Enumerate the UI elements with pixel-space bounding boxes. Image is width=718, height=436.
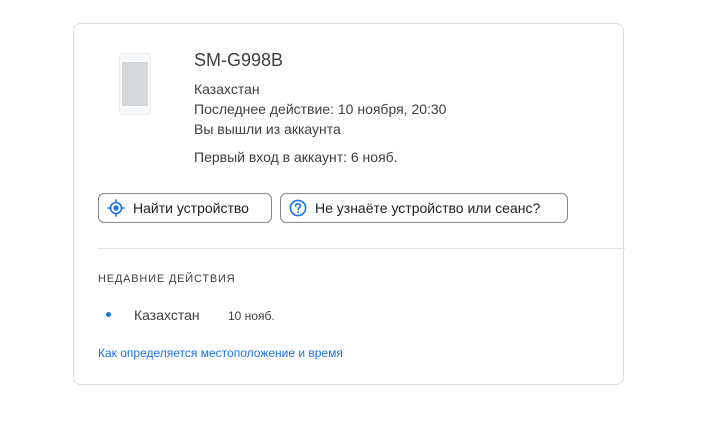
activity-location: Казахстан xyxy=(134,307,200,323)
device-name: SM-G998B xyxy=(194,50,284,70)
divider xyxy=(98,248,625,249)
session-status: Вы вышли из аккаунта xyxy=(194,121,341,137)
find-device-button[interactable]: Найти устройство xyxy=(98,193,272,223)
unrecognized-device-button[interactable]: Не узнаёте устройство или сеанс? xyxy=(280,193,568,223)
device-location: Казахстан xyxy=(194,81,260,97)
device-card: SM-G998B Казахстан Последнее действие: 1… xyxy=(73,23,625,385)
first-sign-in: Первый вход в аккаунт: 6 нояб. xyxy=(194,149,398,165)
locate-icon xyxy=(107,199,125,217)
help-circle-icon xyxy=(289,199,307,217)
location-time-help-link[interactable]: Как определяется местоположение и время xyxy=(98,346,343,360)
unrecognized-device-label: Не узнаёте устройство или сеанс? xyxy=(315,200,541,216)
find-device-label: Найти устройство xyxy=(133,200,249,216)
activity-bullet-icon xyxy=(106,312,111,317)
activity-date: 10 нояб. xyxy=(228,309,275,323)
smartphone-icon xyxy=(119,53,151,115)
recent-activity-heading: НЕДАВНИЕ ДЕЙСТВИЯ xyxy=(98,273,236,285)
last-activity: Последнее действие: 10 ноября, 20:30 xyxy=(194,101,447,117)
